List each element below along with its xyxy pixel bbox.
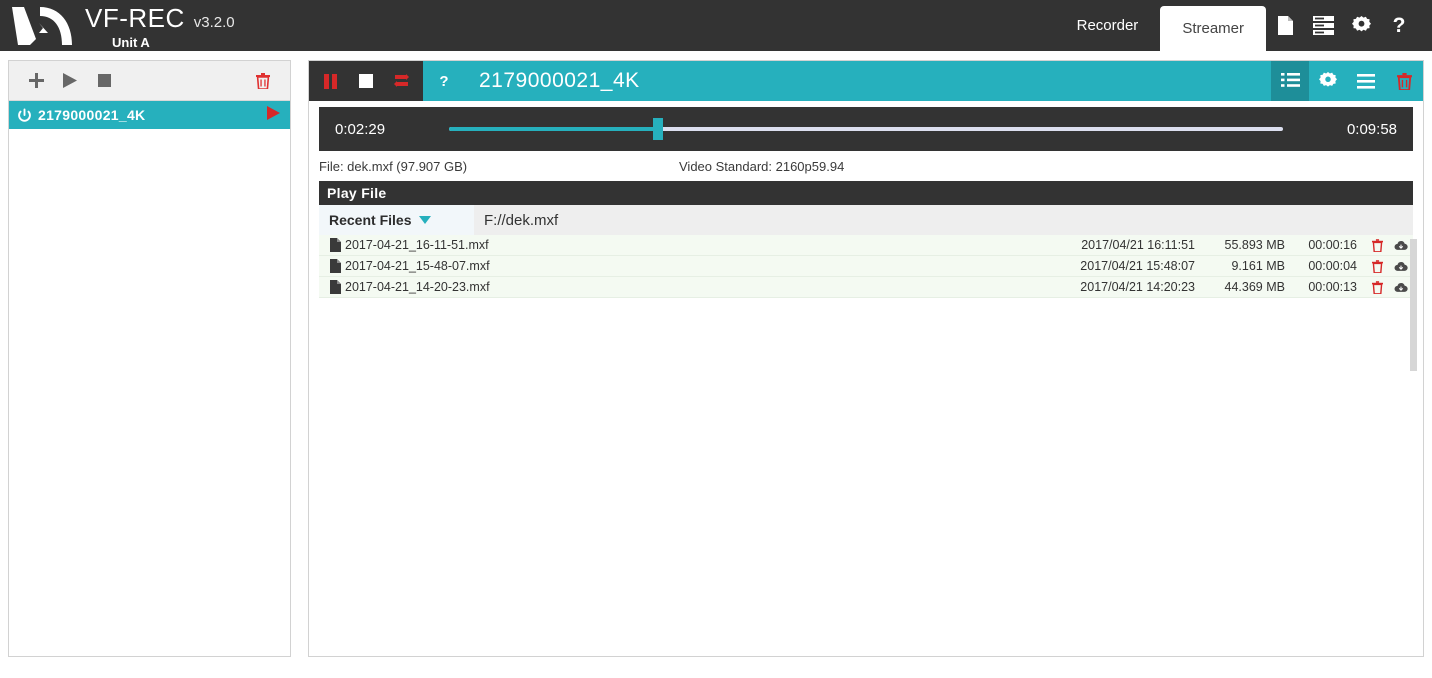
play-file-section-header: Play File: [319, 181, 1413, 205]
file-size: 44.369 MB: [1224, 280, 1285, 294]
device-panel: 2179000021_4K: [8, 60, 291, 657]
recent-files-label: Recent Files: [329, 212, 412, 228]
unit-label: Unit A: [112, 35, 150, 50]
file-info-row: File: dek.mxf (97.907 GB) Video Standard…: [319, 151, 1413, 181]
device-toolbar: [9, 61, 290, 101]
playback-timeline: 0:02:29 0:09:58: [319, 107, 1413, 151]
file-size: 9.161 MB: [1231, 259, 1285, 273]
delete-file-button[interactable]: [1365, 259, 1389, 273]
transport-controls: [309, 61, 423, 101]
stop-button[interactable]: [87, 64, 121, 98]
chevron-down-icon: [419, 216, 432, 224]
recent-files-dropdown[interactable]: Recent Files: [319, 212, 474, 228]
stream-title: 2179000021_4K: [479, 69, 640, 92]
page-icon[interactable]: [1266, 0, 1304, 51]
delete-file-button[interactable]: [1365, 238, 1389, 252]
table-row[interactable]: 2017-04-21_15-48-07.mxf 2017/04/21 15:48:…: [319, 256, 1413, 277]
file-duration: 00:00:04: [1308, 259, 1357, 273]
file-date: 2017/04/21 14:20:23: [1080, 280, 1195, 294]
sidebar-item-label: 2179000021_4K: [38, 107, 146, 123]
file-icon: [319, 280, 345, 294]
file-duration: 00:00:13: [1308, 280, 1357, 294]
tab-recorder[interactable]: Recorder: [1055, 0, 1161, 51]
loop-button[interactable]: [386, 61, 416, 101]
power-icon: [18, 107, 31, 122]
list-icon[interactable]: [1347, 61, 1385, 101]
app-name: VF-REC: [85, 3, 185, 33]
file-date: 2017/04/21 15:48:07: [1080, 259, 1195, 273]
stream-header: ? 2179000021_4K: [309, 61, 1423, 101]
file-date: 2017/04/21 16:11:51: [1081, 238, 1195, 252]
current-time: 0:02:29: [335, 120, 386, 138]
file-name: 2017-04-21_14-20-23.mxf: [345, 280, 490, 294]
top-icon-bar: ?: [1266, 0, 1432, 51]
timeline-scrubber[interactable]: [449, 118, 1283, 140]
tab-streamer[interactable]: Streamer: [1160, 6, 1266, 51]
recent-files-list: 2017-04-21_16-11-51.mxf 2017/04/21 16:11:…: [319, 235, 1413, 298]
table-row[interactable]: 2017-04-21_16-11-51.mxf 2017/04/21 16:11:…: [319, 235, 1413, 256]
table-row[interactable]: 2017-04-21_14-20-23.mxf 2017/04/21 14:20:…: [319, 277, 1413, 298]
gear-icon[interactable]: [1342, 0, 1380, 51]
file-path-input[interactable]: F://dek.mxf: [474, 205, 1413, 235]
timeline-handle[interactable]: [652, 118, 663, 140]
timeline-progress: [449, 127, 658, 131]
playlist-icon[interactable]: [1271, 61, 1309, 101]
recent-files-row: Recent Files F://dek.mxf: [319, 205, 1413, 235]
play-button[interactable]: [53, 64, 87, 98]
file-name: 2017-04-21_15-48-07.mxf: [345, 259, 490, 273]
top-navigation: Recorder Streamer ?: [1055, 0, 1432, 51]
pause-button[interactable]: [316, 61, 346, 101]
play-file-title: Play File: [327, 185, 387, 201]
va-logo-icon: [11, 6, 72, 45]
file-name: 2017-04-21_16-11-51.mxf: [345, 238, 489, 252]
app-logo: [0, 0, 85, 51]
stop-button[interactable]: [351, 61, 381, 101]
app-version: v3.2.0: [193, 14, 235, 31]
scrollbar-track[interactable]: [1410, 239, 1417, 371]
file-label: File: dek.mxf (97.907 GB): [319, 158, 468, 174]
delete-button[interactable]: [246, 64, 280, 98]
brand-block: VF-REC v3.2.0 Unit A: [85, 0, 235, 51]
stream-help-button[interactable]: ?: [423, 61, 465, 101]
stream-header-actions: [1271, 61, 1423, 101]
delete-icon[interactable]: [1385, 61, 1423, 101]
file-size: 55.893 MB: [1224, 238, 1285, 252]
total-time: 0:09:58: [1346, 120, 1397, 138]
file-icon: [319, 238, 345, 252]
file-icon: [319, 259, 345, 273]
file-duration: 00:00:16: [1308, 238, 1357, 252]
device-play-icon[interactable]: [267, 105, 280, 125]
delete-file-button[interactable]: [1365, 280, 1389, 294]
server-list-icon[interactable]: [1304, 0, 1342, 51]
settings-icon[interactable]: [1309, 61, 1347, 101]
video-standard-label: Video Standard: 2160p59.94: [679, 158, 845, 174]
help-icon[interactable]: ?: [1380, 0, 1418, 51]
add-device-button[interactable]: [19, 64, 53, 98]
streamer-panel: ? 2179000021_4K 0:02:29 0:09:58 File: de…: [308, 60, 1424, 657]
top-bar: VF-REC v3.2.0 Unit A Recorder Streamer ?: [0, 0, 1432, 51]
help-glyph: ?: [1392, 13, 1406, 37]
sidebar-item-device[interactable]: 2179000021_4K: [9, 101, 290, 129]
